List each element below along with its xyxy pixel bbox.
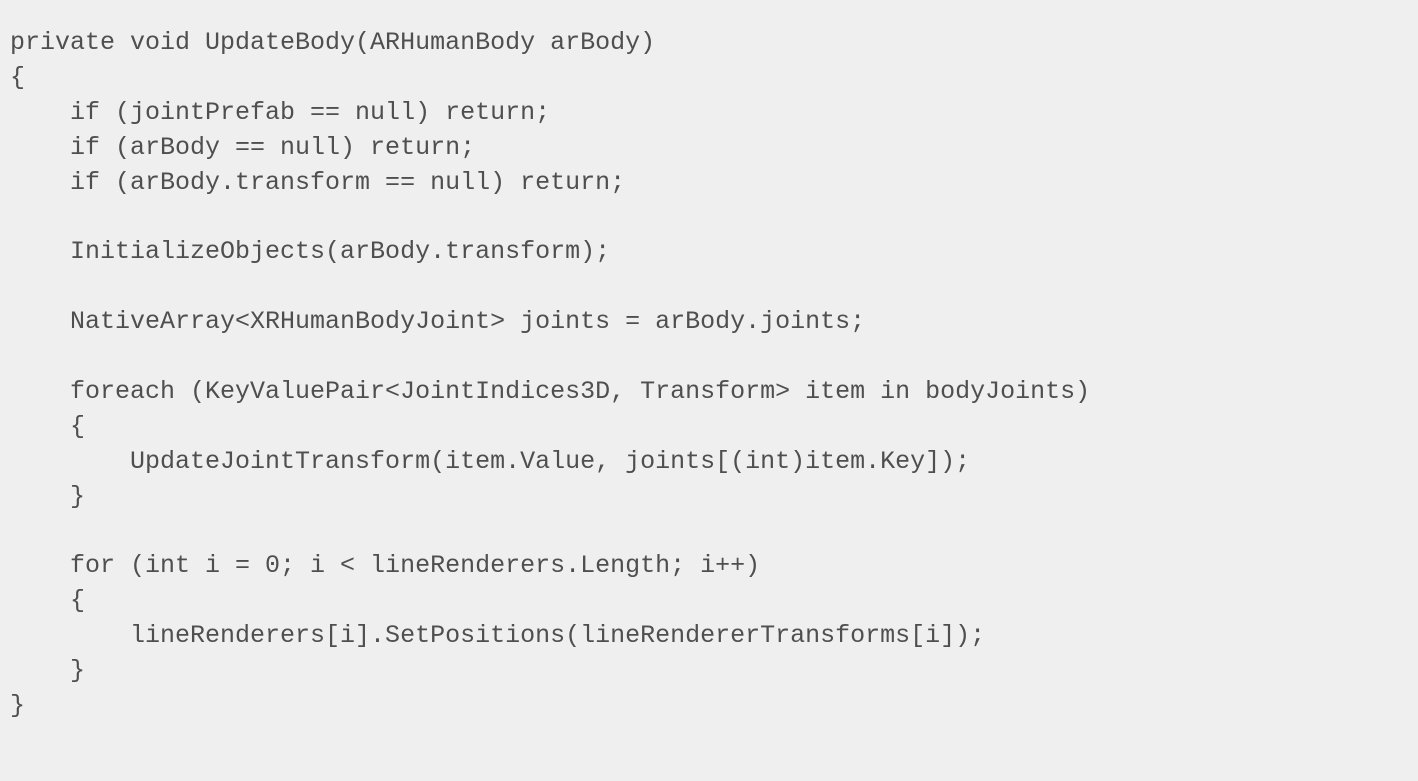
- code-line: if (jointPrefab == null) return;: [10, 97, 551, 127]
- code-line: for (int i = 0; i < lineRenderers.Length…: [10, 551, 761, 581]
- code-line: if (arBody == null) return;: [10, 132, 476, 162]
- code-line: lineRenderers[i].SetPositions(lineRender…: [10, 621, 986, 651]
- code-line: foreach (KeyValuePair<JointIndices3D, Tr…: [10, 376, 1091, 406]
- code-line: }: [10, 690, 26, 720]
- code-line: {: [10, 586, 86, 616]
- code-line: }: [10, 481, 86, 511]
- code-line: {: [10, 411, 86, 441]
- code-line: }: [10, 656, 86, 686]
- code-line: InitializeObjects(arBody.transform);: [10, 237, 611, 267]
- code-line: if (arBody.transform == null) return;: [10, 167, 626, 197]
- code-line: NativeArray<XRHumanBodyJoint> joints = a…: [10, 307, 866, 337]
- code-line: {: [10, 62, 26, 92]
- code-line: private void UpdateBody(ARHumanBody arBo…: [10, 28, 656, 57]
- code-line: UpdateJointTransform(item.Value, joints[…: [10, 446, 971, 476]
- code-block: private void UpdateBody(ARHumanBody arBo…: [10, 26, 1410, 766]
